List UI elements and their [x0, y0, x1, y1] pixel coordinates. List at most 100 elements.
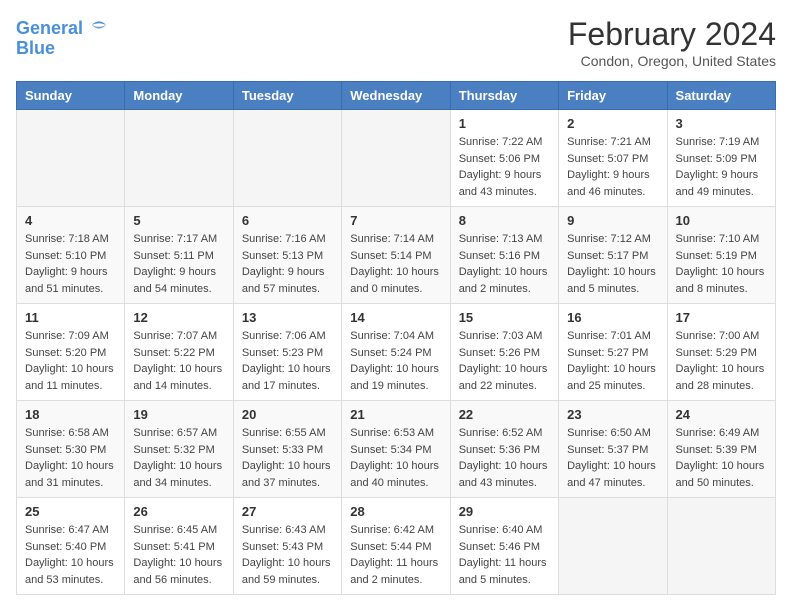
calendar-cell: 24 Sunrise: 6:49 AM Sunset: 5:39 PM Dayli… — [667, 401, 775, 498]
day-info: Sunrise: 6:49 AM Sunset: 5:39 PM Dayligh… — [676, 425, 767, 491]
day-info: Sunrise: 6:57 AM Sunset: 5:32 PM Dayligh… — [133, 425, 224, 491]
calendar-cell: 3 Sunrise: 7:19 AM Sunset: 5:09 PM Daylig… — [667, 110, 775, 207]
day-info: Sunrise: 7:19 AM Sunset: 5:09 PM Dayligh… — [676, 134, 767, 200]
calendar-cell: 5 Sunrise: 7:17 AM Sunset: 5:11 PM Daylig… — [125, 207, 233, 304]
calendar-cell: 9 Sunrise: 7:12 AM Sunset: 5:17 PM Daylig… — [559, 207, 667, 304]
calendar-cell: 23 Sunrise: 6:50 AM Sunset: 5:37 PM Dayli… — [559, 401, 667, 498]
day-info: Sunrise: 7:21 AM Sunset: 5:07 PM Dayligh… — [567, 134, 658, 200]
day-info: Sunrise: 6:52 AM Sunset: 5:36 PM Dayligh… — [459, 425, 550, 491]
calendar-cell: 25 Sunrise: 6:47 AM Sunset: 5:40 PM Dayli… — [17, 498, 125, 595]
day-info: Sunrise: 7:03 AM Sunset: 5:26 PM Dayligh… — [459, 328, 550, 394]
calendar-week-row: 18 Sunrise: 6:58 AM Sunset: 5:30 PM Dayli… — [17, 401, 776, 498]
calendar-cell: 6 Sunrise: 7:16 AM Sunset: 5:13 PM Daylig… — [233, 207, 341, 304]
calendar-cell: 26 Sunrise: 6:45 AM Sunset: 5:41 PM Dayli… — [125, 498, 233, 595]
calendar-cell: 12 Sunrise: 7:07 AM Sunset: 5:22 PM Dayli… — [125, 304, 233, 401]
calendar-cell: 16Sunrise: 7:01 AM Sunset: 5:27 PM Dayli… — [559, 304, 667, 401]
calendar-cell — [342, 110, 450, 207]
day-info: Sunrise: 6:40 AM Sunset: 5:46 PM Dayligh… — [459, 522, 550, 588]
day-info: Sunrise: 7:16 AM Sunset: 5:13 PM Dayligh… — [242, 231, 333, 297]
calendar-cell: 4 Sunrise: 7:18 AM Sunset: 5:10 PM Daylig… — [17, 207, 125, 304]
day-number: 7 — [350, 213, 441, 228]
calendar-cell — [667, 498, 775, 595]
day-number: 2 — [567, 116, 658, 131]
calendar-cell: 21Sunrise: 6:53 AM Sunset: 5:34 PM Dayli… — [342, 401, 450, 498]
logo: General Blue — [16, 16, 108, 59]
day-info: Sunrise: 6:53 AM Sunset: 5:34 PM Dayligh… — [350, 425, 441, 491]
calendar-cell: 10Sunrise: 7:10 AM Sunset: 5:19 PM Dayli… — [667, 207, 775, 304]
calendar-cell — [125, 110, 233, 207]
day-number: 18 — [25, 407, 116, 422]
day-info: Sunrise: 6:58 AM Sunset: 5:30 PM Dayligh… — [25, 425, 116, 491]
day-number: 24 — [676, 407, 767, 422]
calendar-cell: 22 Sunrise: 6:52 AM Sunset: 5:36 PM Dayli… — [450, 401, 558, 498]
day-info: Sunrise: 7:13 AM Sunset: 5:16 PM Dayligh… — [459, 231, 550, 297]
calendar-cell: 17Sunrise: 7:00 AM Sunset: 5:29 PM Dayli… — [667, 304, 775, 401]
calendar-cell: 15 Sunrise: 7:03 AM Sunset: 5:26 PM Dayli… — [450, 304, 558, 401]
day-info: Sunrise: 7:12 AM Sunset: 5:17 PM Dayligh… — [567, 231, 658, 297]
day-number: 15 — [459, 310, 550, 325]
calendar-cell: 18 Sunrise: 6:58 AM Sunset: 5:30 PM Dayli… — [17, 401, 125, 498]
day-number: 26 — [133, 504, 224, 519]
weekday-header-friday: Friday — [559, 82, 667, 110]
day-number: 11 — [25, 310, 116, 325]
day-number: 23 — [567, 407, 658, 422]
logo-icon — [90, 16, 108, 34]
calendar-week-row: 1 Sunrise: 7:22 AM Sunset: 5:06 PM Daylig… — [17, 110, 776, 207]
day-info: Sunrise: 7:22 AM Sunset: 5:06 PM Dayligh… — [459, 134, 550, 200]
day-info: Sunrise: 6:45 AM Sunset: 5:41 PM Dayligh… — [133, 522, 224, 588]
day-info: Sunrise: 7:04 AM Sunset: 5:24 PM Dayligh… — [350, 328, 441, 394]
day-info: Sunrise: 7:07 AM Sunset: 5:22 PM Dayligh… — [133, 328, 224, 394]
day-number: 6 — [242, 213, 333, 228]
day-number: 29 — [459, 504, 550, 519]
calendar-cell: 19 Sunrise: 6:57 AM Sunset: 5:32 PM Dayli… — [125, 401, 233, 498]
calendar-cell: 20 Sunrise: 6:55 AM Sunset: 5:33 PM Dayli… — [233, 401, 341, 498]
location-title: Condon, Oregon, United States — [568, 53, 776, 69]
day-number: 28 — [350, 504, 441, 519]
day-number: 5 — [133, 213, 224, 228]
day-number: 8 — [459, 213, 550, 228]
day-number: 1 — [459, 116, 550, 131]
weekday-header-thursday: Thursday — [450, 82, 558, 110]
day-info: Sunrise: 7:00 AM Sunset: 5:29 PM Dayligh… — [676, 328, 767, 394]
day-info: Sunrise: 6:42 AM Sunset: 5:44 PM Dayligh… — [350, 522, 441, 588]
day-number: 13 — [242, 310, 333, 325]
weekday-header-tuesday: Tuesday — [233, 82, 341, 110]
day-info: Sunrise: 7:17 AM Sunset: 5:11 PM Dayligh… — [133, 231, 224, 297]
calendar-cell — [233, 110, 341, 207]
calendar-cell: 2 Sunrise: 7:21 AM Sunset: 5:07 PM Daylig… — [559, 110, 667, 207]
calendar-week-row: 4 Sunrise: 7:18 AM Sunset: 5:10 PM Daylig… — [17, 207, 776, 304]
day-info: Sunrise: 7:14 AM Sunset: 5:14 PM Dayligh… — [350, 231, 441, 297]
calendar-cell: 28 Sunrise: 6:42 AM Sunset: 5:44 PM Dayli… — [342, 498, 450, 595]
title-area: February 2024 Condon, Oregon, United Sta… — [568, 16, 776, 69]
day-info: Sunrise: 6:55 AM Sunset: 5:33 PM Dayligh… — [242, 425, 333, 491]
day-number: 19 — [133, 407, 224, 422]
weekday-header-sunday: Sunday — [17, 82, 125, 110]
day-info: Sunrise: 6:50 AM Sunset: 5:37 PM Dayligh… — [567, 425, 658, 491]
calendar-cell: 13 Sunrise: 7:06 AM Sunset: 5:23 PM Dayli… — [233, 304, 341, 401]
day-info: Sunrise: 6:43 AM Sunset: 5:43 PM Dayligh… — [242, 522, 333, 588]
weekday-header-monday: Monday — [125, 82, 233, 110]
calendar-cell: 29 Sunrise: 6:40 AM Sunset: 5:46 PM Dayli… — [450, 498, 558, 595]
day-number: 14 — [350, 310, 441, 325]
calendar-cell — [17, 110, 125, 207]
month-title: February 2024 — [568, 16, 776, 53]
logo-text: General Blue — [16, 16, 108, 59]
day-number: 16 — [567, 310, 658, 325]
day-number: 4 — [25, 213, 116, 228]
calendar-cell: 27 Sunrise: 6:43 AM Sunset: 5:43 PM Dayli… — [233, 498, 341, 595]
day-number: 22 — [459, 407, 550, 422]
calendar-table: SundayMondayTuesdayWednesdayThursdayFrid… — [16, 81, 776, 595]
calendar-cell: 8 Sunrise: 7:13 AM Sunset: 5:16 PM Daylig… — [450, 207, 558, 304]
day-number: 25 — [25, 504, 116, 519]
day-number: 27 — [242, 504, 333, 519]
day-number: 12 — [133, 310, 224, 325]
day-number: 9 — [567, 213, 658, 228]
calendar-cell: 7 Sunrise: 7:14 AM Sunset: 5:14 PM Daylig… — [342, 207, 450, 304]
day-number: 20 — [242, 407, 333, 422]
day-info: Sunrise: 7:06 AM Sunset: 5:23 PM Dayligh… — [242, 328, 333, 394]
day-info: Sunrise: 7:18 AM Sunset: 5:10 PM Dayligh… — [25, 231, 116, 297]
day-info: Sunrise: 6:47 AM Sunset: 5:40 PM Dayligh… — [25, 522, 116, 588]
weekday-header-row: SundayMondayTuesdayWednesdayThursdayFrid… — [17, 82, 776, 110]
calendar-cell: 11Sunrise: 7:09 AM Sunset: 5:20 PM Dayli… — [17, 304, 125, 401]
day-number: 3 — [676, 116, 767, 131]
